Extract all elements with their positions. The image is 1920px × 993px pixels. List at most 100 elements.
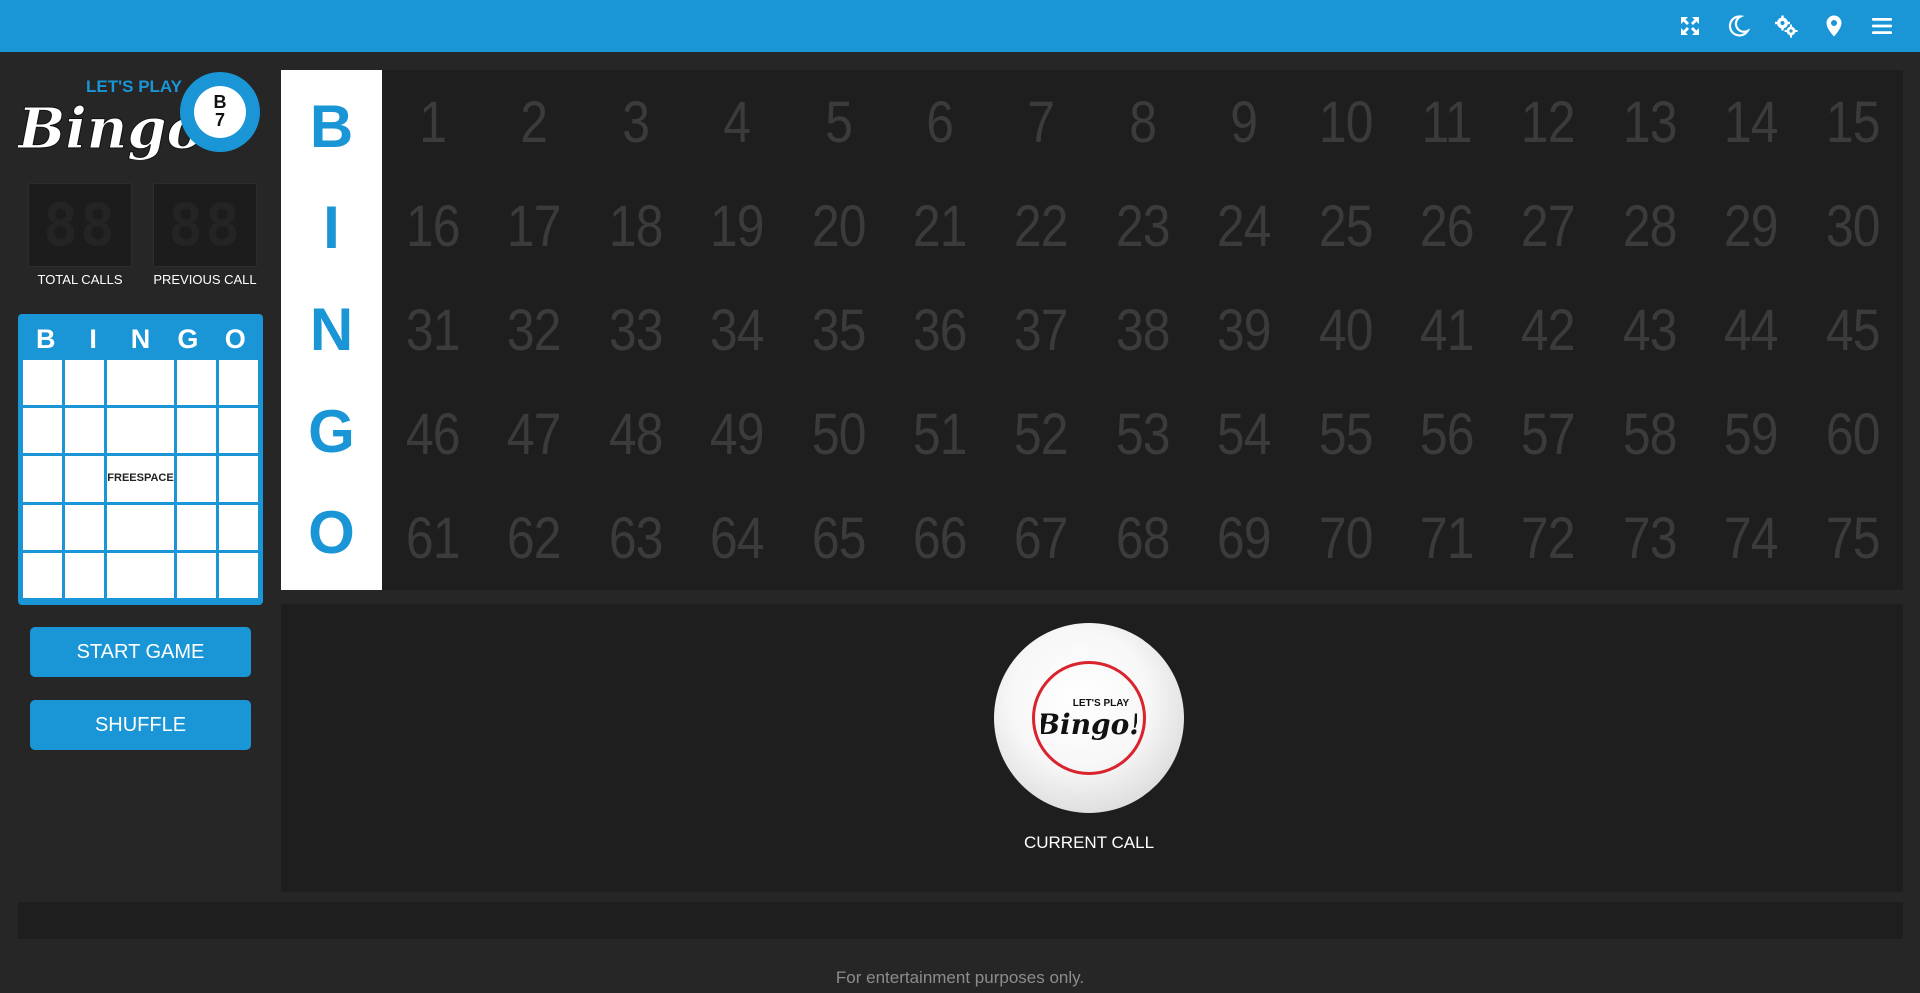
board-number[interactable]: 63 bbox=[592, 486, 679, 590]
board-number[interactable]: 19 bbox=[693, 174, 780, 278]
board-number[interactable]: 6 bbox=[896, 70, 983, 174]
board-number[interactable]: 48 bbox=[592, 382, 679, 486]
board-number[interactable]: 62 bbox=[490, 486, 577, 590]
board-number[interactable]: 40 bbox=[1302, 278, 1389, 382]
board-number[interactable]: 28 bbox=[1606, 174, 1693, 278]
pattern-cell[interactable] bbox=[218, 408, 258, 454]
board-number[interactable]: 67 bbox=[997, 486, 1084, 590]
pattern-cell[interactable] bbox=[218, 456, 258, 502]
board-number[interactable]: 8 bbox=[1099, 70, 1186, 174]
board-number[interactable]: 38 bbox=[1099, 278, 1186, 382]
board-number[interactable]: 36 bbox=[896, 278, 983, 382]
board-number[interactable]: 13 bbox=[1606, 70, 1693, 174]
pattern-cell[interactable] bbox=[23, 408, 63, 454]
board-number[interactable]: 21 bbox=[896, 174, 983, 278]
board-number[interactable]: 15 bbox=[1809, 70, 1896, 174]
board-number[interactable]: 65 bbox=[795, 486, 882, 590]
board-number[interactable]: 17 bbox=[490, 174, 577, 278]
board-number[interactable]: 10 bbox=[1302, 70, 1389, 174]
board-number[interactable]: 69 bbox=[1200, 486, 1287, 590]
board-number[interactable]: 73 bbox=[1606, 486, 1693, 590]
board-number[interactable]: 49 bbox=[693, 382, 780, 486]
board-number[interactable]: 43 bbox=[1606, 278, 1693, 382]
pattern-cell[interactable] bbox=[218, 552, 258, 598]
board-number[interactable]: 27 bbox=[1504, 174, 1591, 278]
board-number[interactable]: 59 bbox=[1707, 382, 1794, 486]
board-number[interactable]: 75 bbox=[1809, 486, 1896, 590]
board-number[interactable]: 4 bbox=[693, 70, 780, 174]
board-number[interactable]: 44 bbox=[1707, 278, 1794, 382]
board-number[interactable]: 51 bbox=[896, 382, 983, 486]
menu-icon[interactable] bbox=[1858, 0, 1906, 52]
pattern-cell[interactable] bbox=[107, 504, 174, 550]
board-number[interactable]: 33 bbox=[592, 278, 679, 382]
location-icon[interactable] bbox=[1810, 0, 1858, 52]
pattern-cell[interactable] bbox=[65, 552, 105, 598]
board-number[interactable]: 53 bbox=[1099, 382, 1186, 486]
board-number[interactable]: 2 bbox=[490, 70, 577, 174]
board-number[interactable]: 29 bbox=[1707, 174, 1794, 278]
board-number[interactable]: 61 bbox=[389, 486, 476, 590]
board-number[interactable]: 16 bbox=[389, 174, 476, 278]
fullscreen-icon[interactable] bbox=[1666, 0, 1714, 52]
board-number[interactable]: 20 bbox=[795, 174, 882, 278]
board-number[interactable]: 32 bbox=[490, 278, 577, 382]
board-number[interactable]: 74 bbox=[1707, 486, 1794, 590]
board-number[interactable]: 22 bbox=[997, 174, 1084, 278]
board-number[interactable]: 9 bbox=[1200, 70, 1287, 174]
pattern-cell[interactable] bbox=[176, 408, 216, 454]
board-number[interactable]: 25 bbox=[1302, 174, 1389, 278]
pattern-cell[interactable] bbox=[23, 552, 63, 598]
board-number[interactable]: 26 bbox=[1403, 174, 1490, 278]
pattern-cell[interactable] bbox=[176, 504, 216, 550]
pattern-cell[interactable] bbox=[218, 360, 258, 406]
pattern-cell[interactable] bbox=[176, 456, 216, 502]
board-number[interactable]: 42 bbox=[1504, 278, 1591, 382]
board-number[interactable]: 31 bbox=[389, 278, 476, 382]
board-number[interactable]: 37 bbox=[997, 278, 1084, 382]
pattern-cell[interactable] bbox=[218, 504, 258, 550]
board-number[interactable]: 39 bbox=[1200, 278, 1287, 382]
board-number[interactable]: 1 bbox=[389, 70, 476, 174]
board-number[interactable]: 18 bbox=[592, 174, 679, 278]
start-game-button[interactable]: START GAME bbox=[30, 627, 251, 677]
board-number[interactable]: 23 bbox=[1099, 174, 1186, 278]
board-number[interactable]: 57 bbox=[1504, 382, 1591, 486]
board-number[interactable]: 41 bbox=[1403, 278, 1490, 382]
pattern-cell[interactable] bbox=[65, 504, 105, 550]
board-number[interactable]: 30 bbox=[1809, 174, 1896, 278]
board-number[interactable]: 70 bbox=[1302, 486, 1389, 590]
board-number[interactable]: 35 bbox=[795, 278, 882, 382]
board-number[interactable]: 5 bbox=[795, 70, 882, 174]
free-space-cell[interactable]: FREE SPACE bbox=[107, 456, 174, 502]
gears-icon[interactable] bbox=[1762, 0, 1810, 52]
board-number[interactable]: 14 bbox=[1707, 70, 1794, 174]
board-number[interactable]: 45 bbox=[1809, 278, 1896, 382]
board-number[interactable]: 7 bbox=[997, 70, 1084, 174]
board-number[interactable]: 60 bbox=[1809, 382, 1896, 486]
board-number[interactable]: 58 bbox=[1606, 382, 1693, 486]
pattern-cell[interactable] bbox=[176, 360, 216, 406]
pattern-cell[interactable] bbox=[65, 408, 105, 454]
pattern-cell[interactable] bbox=[23, 360, 63, 406]
board-number[interactable]: 47 bbox=[490, 382, 577, 486]
pattern-cell[interactable] bbox=[65, 360, 105, 406]
board-number[interactable]: 54 bbox=[1200, 382, 1287, 486]
shuffle-button[interactable]: SHUFFLE bbox=[30, 700, 251, 750]
pattern-cell[interactable] bbox=[65, 456, 105, 502]
board-number[interactable]: 68 bbox=[1099, 486, 1186, 590]
board-number[interactable]: 12 bbox=[1504, 70, 1591, 174]
pattern-cell[interactable] bbox=[107, 408, 174, 454]
board-number[interactable]: 56 bbox=[1403, 382, 1490, 486]
board-number[interactable]: 64 bbox=[693, 486, 780, 590]
board-number[interactable]: 11 bbox=[1403, 70, 1490, 174]
board-number[interactable]: 52 bbox=[997, 382, 1084, 486]
board-number[interactable]: 34 bbox=[693, 278, 780, 382]
pattern-cell[interactable] bbox=[176, 552, 216, 598]
pattern-cell[interactable] bbox=[23, 504, 63, 550]
pattern-cell[interactable] bbox=[23, 456, 63, 502]
board-number[interactable]: 50 bbox=[795, 382, 882, 486]
board-number[interactable]: 66 bbox=[896, 486, 983, 590]
board-number[interactable]: 24 bbox=[1200, 174, 1287, 278]
board-number[interactable]: 72 bbox=[1504, 486, 1591, 590]
